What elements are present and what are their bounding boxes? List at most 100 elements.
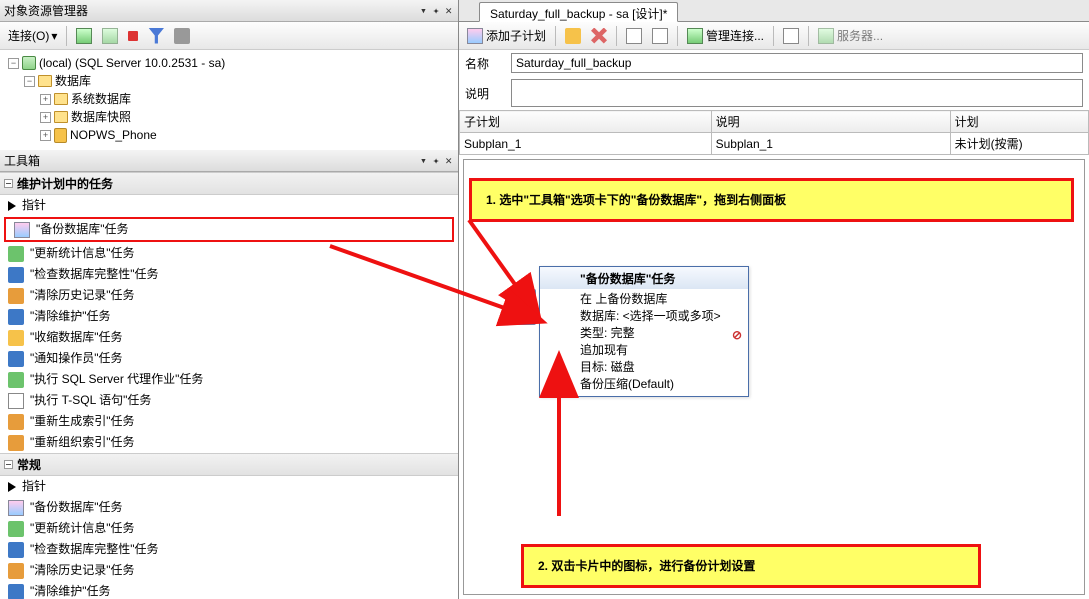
col-desc: 说明 — [711, 111, 950, 133]
pointer-icon — [8, 482, 16, 492]
plan-name-input[interactable] — [511, 53, 1083, 73]
oe-stop-icon[interactable] — [124, 29, 142, 43]
tree-sysdb[interactable]: + 系统数据库 — [40, 90, 454, 108]
backup-task-card[interactable]: "备份数据库"任务 ⊘ 在 上备份数据库 数据库: <选择一项或多项> 类型: … — [539, 266, 749, 397]
plan-desc-row: 说明 — [459, 76, 1089, 110]
toolbox-header: 工具箱 ▾ ✦ ✕ — [0, 150, 458, 172]
tb-pointer-2[interactable]: 指针 — [0, 476, 458, 497]
tb-pointer[interactable]: 指针 — [0, 195, 458, 216]
tree-databases[interactable]: − 数据库 — [24, 72, 454, 90]
tab-design-doc[interactable]: Saturday_full_backup - sa [设计]* — [479, 2, 678, 22]
dropdown-icon[interactable]: ▾ — [418, 150, 429, 172]
connect-button[interactable]: 连接(O)▾ — [4, 25, 61, 46]
reorg-icon — [8, 435, 24, 451]
cleanup-icon — [8, 584, 24, 599]
oe-toolbar: 连接(O)▾ — [0, 22, 458, 50]
tb-check-integrity-2[interactable]: "检查数据库完整性"任务 — [0, 539, 458, 560]
manage-connections-button[interactable]: 管理连接... — [683, 25, 768, 46]
notify-icon — [8, 351, 24, 367]
tb-check-integrity[interactable]: "检查数据库完整性"任务 — [0, 264, 458, 285]
servers-icon — [818, 28, 834, 44]
card-line: 追加现有 — [580, 342, 742, 359]
col-subplan: 子计划 — [460, 111, 712, 133]
agent-icon — [8, 372, 24, 388]
tb-exec-tsql[interactable]: "执行 T-SQL 语句"任务 — [0, 390, 458, 411]
annotation-2: 2. 双击卡片中的图标，进行备份计划设置 — [521, 544, 981, 588]
tree-snapshot[interactable]: + 数据库快照 — [40, 108, 454, 126]
tb-notify-operator[interactable]: "通知操作员"任务 — [0, 348, 458, 369]
tb-backup-db[interactable]: "备份数据库"任务 — [4, 217, 454, 242]
server-icon — [22, 56, 36, 70]
collapse-icon — [4, 460, 13, 469]
tree-server[interactable]: − (local) (SQL Server 10.0.2531 - sa) — [8, 54, 454, 72]
oe-filter-icon[interactable] — [144, 26, 168, 46]
history-icon — [8, 288, 24, 304]
history-icon — [8, 563, 24, 579]
card-line: 目标: 磁盘 — [580, 359, 742, 376]
toolbox-panel: 维护计划中的任务 指针 "备份数据库"任务 "更新统计信息"任务 "检查数据库完… — [0, 172, 458, 599]
tsql-icon — [8, 393, 24, 409]
tb-reorg-index[interactable]: "重新组织索引"任务 — [0, 432, 458, 453]
tb-update-stats[interactable]: "更新统计信息"任务 — [0, 243, 458, 264]
calendar-x-icon[interactable] — [648, 26, 672, 46]
card-line: 数据库: <选择一项或多项> — [580, 308, 742, 325]
shrink-icon — [8, 330, 24, 346]
close-icon[interactable]: ✕ — [443, 150, 454, 172]
toolbox-group-maint[interactable]: 维护计划中的任务 — [0, 172, 458, 195]
document-tabstrip: Saturday_full_backup - sa [设计]* — [459, 0, 1089, 22]
rebuild-icon — [8, 414, 24, 430]
pin-icon[interactable]: ✦ — [431, 0, 442, 22]
folder-icon — [54, 93, 68, 105]
tb-update-stats-2[interactable]: "更新统计信息"任务 — [0, 518, 458, 539]
backup-task-icon[interactable] — [510, 289, 536, 325]
calendar-icon[interactable] — [622, 26, 646, 46]
backup-icon — [8, 500, 24, 516]
col-sched: 计划 — [950, 111, 1088, 133]
delete-icon[interactable] — [587, 26, 611, 46]
tb-cleanup-maint[interactable]: "清除维护"任务 — [0, 306, 458, 327]
tb-exec-agent-job[interactable]: "执行 SQL Server 代理作业"任务 — [0, 369, 458, 390]
database-icon — [54, 128, 67, 143]
tb-cleanup-history[interactable]: "清除历史记录"任务 — [0, 285, 458, 306]
tree-db-nopws[interactable]: + NOPWS_Phone — [40, 126, 454, 144]
stats-icon — [8, 246, 24, 262]
servers-button[interactable]: 服务器... — [814, 25, 887, 46]
subplan-row[interactable]: Subplan_1 Subplan_1 未计划(按需) — [460, 133, 1089, 155]
subplan-grid[interactable]: 子计划 说明 计划 Subplan_1 Subplan_1 未计划(按需) — [459, 110, 1089, 155]
toolbox-group-general[interactable]: 常规 — [0, 453, 458, 476]
tb-rebuild-index[interactable]: "重新生成索引"任务 — [0, 411, 458, 432]
pin-icon[interactable]: ✦ — [431, 150, 442, 172]
oe-tree[interactable]: − (local) (SQL Server 10.0.2531 - sa) − … — [0, 50, 458, 150]
dropdown-icon[interactable]: ▾ — [418, 0, 429, 22]
object-explorer-header: 对象资源管理器 ▾ ✦ ✕ — [0, 0, 458, 22]
plan-name-label: 名称 — [465, 55, 505, 72]
pointer-icon — [8, 201, 16, 211]
plan-desc-label: 说明 — [465, 85, 505, 102]
add-subplan-button[interactable]: 添加子计划 — [463, 25, 550, 46]
plan-desc-input[interactable] — [511, 79, 1083, 107]
integrity-icon — [8, 542, 24, 558]
folder-icon — [54, 111, 68, 123]
tb-shrink-db[interactable]: "收缩数据库"任务 — [0, 327, 458, 348]
card-line: 在 上备份数据库 — [580, 291, 742, 308]
design-canvas[interactable]: 1. 选中"工具箱"选项卡下的"备份数据库"，拖到右侧面板 "备份数据库"任务 … — [463, 159, 1085, 595]
oe-connect-icon[interactable] — [72, 26, 96, 46]
design-toolbar: 添加子计划 管理连接... 服务器... — [459, 22, 1089, 50]
tb-cleanup-history-2[interactable]: "清除历史记录"任务 — [0, 560, 458, 581]
collapse-icon — [4, 179, 13, 188]
edit-icon[interactable] — [561, 26, 585, 46]
server-icon — [687, 28, 703, 44]
card-line: 类型: 完整 — [580, 325, 742, 342]
stats-icon — [8, 521, 24, 537]
card-error-icon[interactable]: ⊘ — [730, 329, 744, 343]
oe-refresh-icon[interactable] — [170, 26, 194, 46]
object-explorer-title: 对象资源管理器 — [4, 0, 418, 22]
cleanup-icon — [8, 309, 24, 325]
oe-disconnect-icon[interactable] — [98, 26, 122, 46]
tb-cleanup-maint-2[interactable]: "清除维护"任务 — [0, 581, 458, 599]
report-icon[interactable] — [779, 26, 803, 46]
folder-icon — [38, 75, 52, 87]
close-icon[interactable]: ✕ — [443, 0, 454, 22]
toolbox-title: 工具箱 — [4, 150, 418, 172]
tb-backup-db-2[interactable]: "备份数据库"任务 — [0, 497, 458, 518]
